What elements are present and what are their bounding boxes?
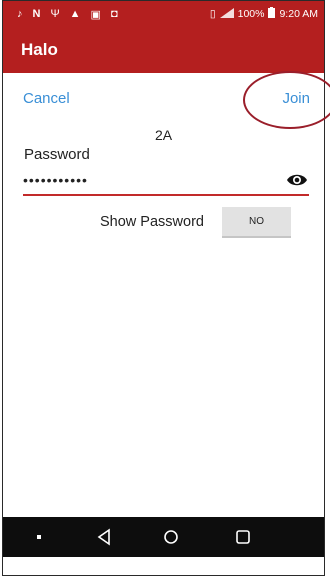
usb-icon: Ψ <box>50 8 60 20</box>
home-icon[interactable] <box>161 527 181 547</box>
join-highlight-annotation <box>243 71 330 129</box>
app-bar: Halo <box>3 27 324 73</box>
status-system-info: ▯ 100% 9:20 AM <box>210 7 318 21</box>
password-label: Password <box>24 146 90 163</box>
status-notification-icons: ♪ N Ψ ▲ ▣ ◘ <box>17 8 118 21</box>
cancel-button[interactable]: Cancel <box>23 90 70 107</box>
password-field[interactable] <box>23 169 291 191</box>
n-icon: N <box>32 8 41 20</box>
vibrate-icon: ▯ <box>209 8 216 20</box>
show-password-toggle[interactable]: NO <box>222 207 291 238</box>
menu-dot-icon[interactable] <box>29 527 49 547</box>
password-underline <box>23 194 309 196</box>
phone-screen: ♪ N Ψ ▲ ▣ ◘ ▯ 100% 9:20 AM Halo Cancel J… <box>2 0 330 576</box>
alert-icon: ▲ <box>69 8 81 20</box>
signal-icon <box>219 7 234 21</box>
clock: 9:20 AM <box>279 8 318 20</box>
battery-icon <box>268 7 276 21</box>
status-bar: ♪ N Ψ ▲ ▣ ◘ ▯ 100% 9:20 AM <box>3 1 324 27</box>
eye-icon[interactable] <box>286 171 308 189</box>
tiktok-icon: ♪ <box>17 8 23 20</box>
recents-icon[interactable] <box>233 527 253 547</box>
image-icon: ▣ <box>90 8 101 21</box>
back-icon[interactable] <box>95 527 115 547</box>
system-nav-bar <box>3 517 324 557</box>
app-title: Halo <box>21 40 58 59</box>
show-password-label: Show Password <box>100 214 204 230</box>
network-name: 2A <box>154 127 173 143</box>
battery-percent: 100% <box>237 8 265 20</box>
notification-icon: ◘ <box>110 8 118 20</box>
